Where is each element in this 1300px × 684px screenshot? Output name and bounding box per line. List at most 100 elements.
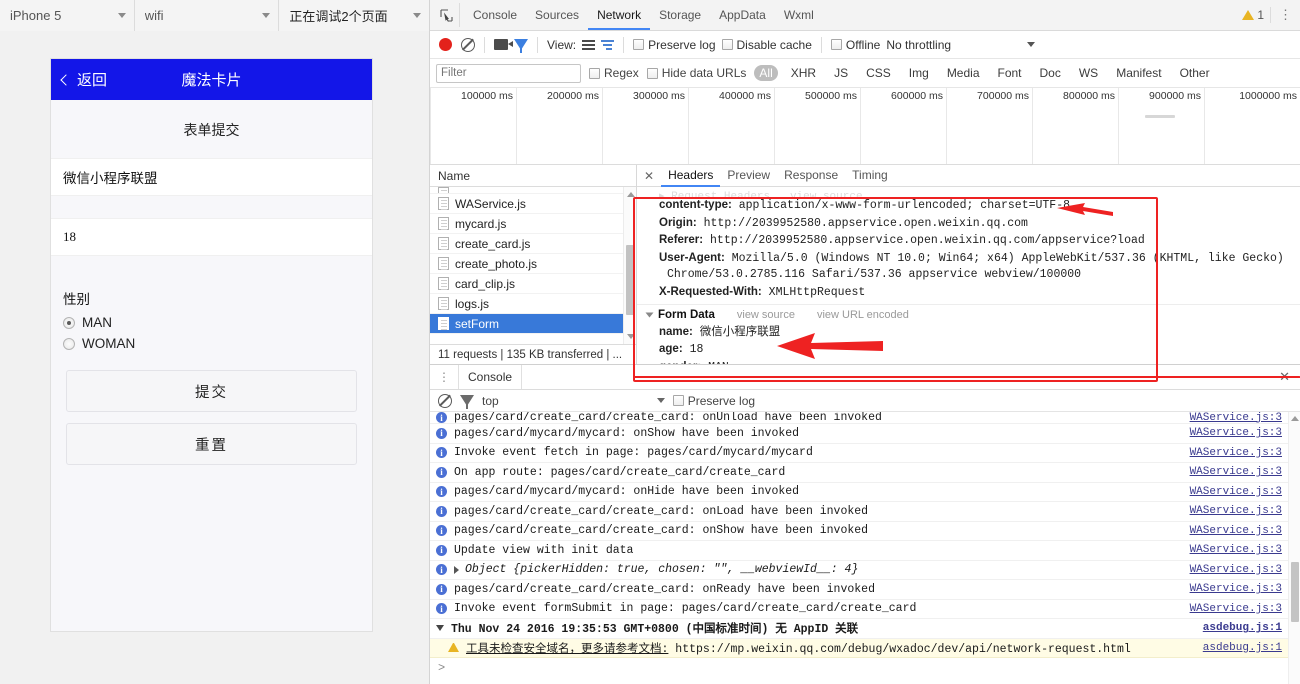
console-row[interactable]: i Update view with init data WAService.js:…: [430, 541, 1300, 561]
console-source-link[interactable]: WAService.js:3: [1190, 583, 1300, 595]
request-row[interactable]: logs.js: [430, 294, 636, 314]
list-view-icon[interactable]: [582, 39, 596, 50]
console-row-warning[interactable]: 工具未检查安全域名，更多请参考文档: https://mp.weixin.qq.…: [430, 638, 1300, 658]
preserve-log-checkbox[interactable]: Preserve log: [633, 38, 716, 52]
console-row[interactable]: i Invoke event fetch in page: pages/card/…: [430, 444, 1300, 463]
console-row[interactable]: i pages/card/create_card/create_card: on…: [430, 412, 1300, 424]
scrollbar-thumb[interactable]: [1291, 562, 1299, 622]
disable-cache-checkbox[interactable]: Disable cache: [721, 38, 812, 52]
debug-pages-select[interactable]: 正在调试2个页面: [279, 0, 429, 31]
console-row[interactable]: i pages/card/create_card/create_card: onS…: [430, 522, 1300, 541]
console-source-link[interactable]: WAService.js:3: [1190, 466, 1300, 478]
console-row[interactable]: i Invoke event formSubmit in page: pages/…: [430, 600, 1300, 619]
radio-option-woman[interactable]: WOMAN: [63, 333, 372, 354]
close-icon[interactable]: ✕: [637, 169, 661, 183]
reset-button[interactable]: 重置: [66, 423, 357, 465]
console-context-value[interactable]: top: [482, 394, 499, 408]
request-row[interactable]: mycard.js: [430, 214, 636, 234]
request-row[interactable]: card_clip.js: [430, 274, 636, 294]
tab-response[interactable]: Response: [777, 165, 845, 187]
console-row[interactable]: i pages/card/create_card/create_card: onL…: [430, 502, 1300, 522]
tab-headers[interactable]: Headers: [661, 165, 720, 187]
clear-console-icon[interactable]: [438, 393, 452, 408]
resource-type-js[interactable]: JS: [829, 65, 853, 81]
tab-network[interactable]: Network: [588, 0, 650, 30]
tab-console[interactable]: Console: [464, 0, 526, 30]
console-row[interactable]: i pages/card/create_card/create_card: onR…: [430, 580, 1300, 600]
console-source-link[interactable]: WAService.js:3: [1190, 505, 1300, 517]
scroll-down-icon[interactable]: [627, 334, 635, 339]
console-source-link[interactable]: asdebug.js:1: [1203, 642, 1300, 654]
column-header-name[interactable]: Name: [430, 165, 636, 187]
hide-data-urls-checkbox[interactable]: Hide data URLs: [646, 66, 746, 80]
clear-icon[interactable]: [461, 37, 475, 52]
radio-option-man[interactable]: MAN: [63, 312, 372, 333]
filter-input[interactable]: [436, 63, 581, 83]
chevron-down-icon[interactable]: [1027, 42, 1036, 47]
triangle-collapse-icon[interactable]: [436, 625, 444, 632]
resource-type-manifest[interactable]: Manifest: [1111, 65, 1166, 81]
request-row[interactable]: WAService.js: [430, 194, 636, 214]
resource-type-css[interactable]: CSS: [861, 65, 896, 81]
warning-count-badge[interactable]: 1: [1242, 8, 1264, 22]
more-options-icon[interactable]: ⋮: [1270, 7, 1300, 23]
resource-type-xhr[interactable]: XHR: [786, 65, 821, 81]
console-source-link[interactable]: asdebug.js:1: [1203, 622, 1300, 634]
console-source-link[interactable]: WAService.js:3: [1190, 544, 1300, 556]
resource-type-all[interactable]: All: [754, 65, 778, 81]
scroll-up-icon[interactable]: [1291, 416, 1299, 421]
back-button[interactable]: 返回: [60, 69, 107, 90]
form-data-section-header[interactable]: Form Data view source view URL encoded: [637, 304, 1300, 324]
request-row-selected[interactable]: setForm: [430, 314, 636, 334]
resource-type-img[interactable]: Img: [904, 65, 934, 81]
console-preserve-log-checkbox[interactable]: Preserve log: [672, 394, 755, 408]
regex-checkbox[interactable]: Regex: [589, 66, 639, 80]
resource-type-ws[interactable]: WS: [1074, 65, 1103, 81]
filter-icon[interactable]: [514, 39, 528, 53]
tab-wxml[interactable]: Wxml: [775, 0, 823, 30]
console-row-object[interactable]: i Object {pickerHidden: true, chosen: ""…: [430, 561, 1300, 580]
requests-list[interactable]: WAService.js mycard.js create_card.js cr…: [430, 187, 636, 344]
console-source-link[interactable]: WAService.js:3: [1190, 412, 1300, 423]
waterfall-view-icon[interactable]: [601, 39, 615, 50]
console-prompt[interactable]: >: [430, 658, 1300, 677]
console-group-header[interactable]: Thu Nov 24 2016 19:35:53 GMT+0800 (中国标准时…: [430, 619, 1300, 639]
scrollbar-thumb[interactable]: [626, 245, 635, 315]
network-timeline-ruler[interactable]: 100000 ms 200000 ms 300000 ms 400000 ms …: [430, 88, 1300, 165]
console-source-link[interactable]: WAService.js:3: [1190, 564, 1300, 576]
console-drawer-tab[interactable]: Console: [458, 365, 523, 389]
request-row[interactable]: create_photo.js: [430, 254, 636, 274]
console-source-link[interactable]: WAService.js:3: [1190, 447, 1300, 459]
tab-sources[interactable]: Sources: [526, 0, 588, 30]
age-input[interactable]: 18: [51, 218, 372, 256]
view-source-link[interactable]: view source: [737, 307, 795, 324]
scroll-up-icon[interactable]: [627, 192, 635, 197]
network-select[interactable]: wifi: [134, 0, 280, 31]
request-row[interactable]: create_card.js: [430, 234, 636, 254]
resource-type-media[interactable]: Media: [942, 65, 985, 81]
triangle-expand-icon[interactable]: [454, 565, 459, 574]
console-filter-icon[interactable]: [460, 395, 474, 409]
triangle-expand-icon[interactable]: [645, 312, 654, 318]
tab-storage[interactable]: Storage: [650, 0, 710, 30]
resource-type-other[interactable]: Other: [1175, 65, 1215, 81]
console-source-link[interactable]: WAService.js:3: [1190, 486, 1300, 498]
resource-type-doc[interactable]: Doc: [1035, 65, 1066, 81]
offline-checkbox[interactable]: Offline: [830, 38, 880, 52]
console-output[interactable]: i pages/card/create_card/create_card: on…: [430, 412, 1300, 684]
tab-appdata[interactable]: AppData: [710, 0, 775, 30]
console-source-link[interactable]: WAService.js:3: [1190, 525, 1300, 537]
drawer-menu-icon[interactable]: ⋮: [430, 371, 458, 383]
record-button[interactable]: [439, 38, 452, 51]
inspect-element-icon[interactable]: [434, 3, 460, 27]
console-scrollbar[interactable]: [1288, 412, 1300, 684]
close-drawer-icon[interactable]: ✕: [1269, 369, 1300, 385]
tab-timing[interactable]: Timing: [845, 165, 895, 187]
console-row[interactable]: i On app route: pages/card/create_card/cr…: [430, 463, 1300, 483]
console-row[interactable]: i pages/card/mycard/mycard: onShow have b…: [430, 424, 1300, 444]
view-url-encoded-link[interactable]: view URL encoded: [817, 307, 909, 324]
throttling-value[interactable]: No throttling: [886, 38, 951, 52]
capture-screenshots-icon[interactable]: [494, 39, 513, 50]
device-select[interactable]: iPhone 5: [0, 0, 135, 31]
console-source-link[interactable]: WAService.js:3: [1190, 427, 1300, 439]
